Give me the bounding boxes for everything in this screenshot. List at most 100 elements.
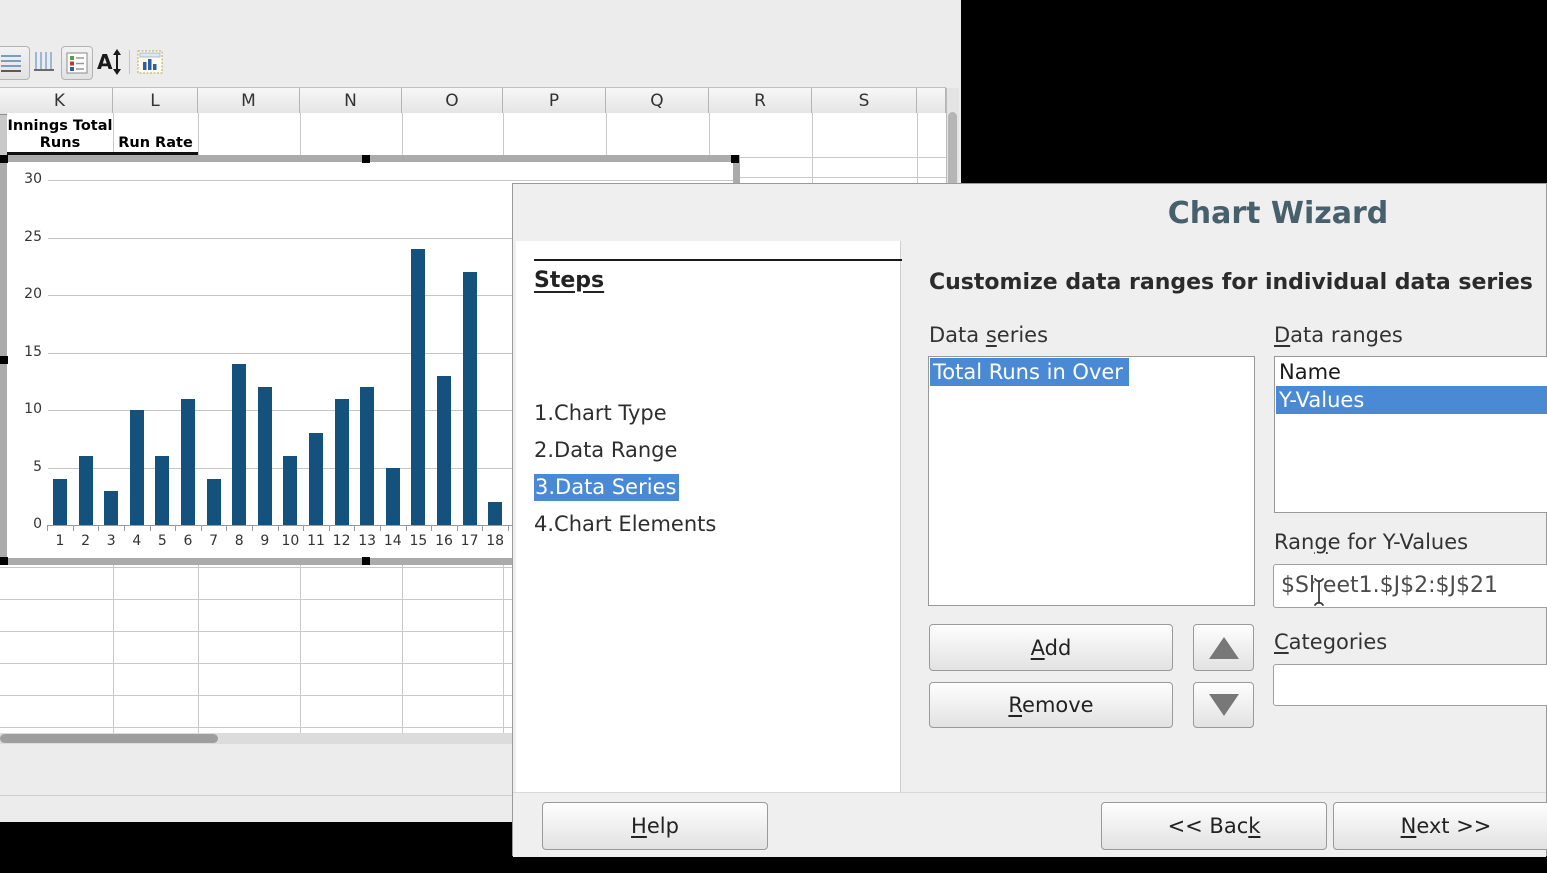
x-axis-category-label: 4 bbox=[124, 533, 150, 549]
x-axis-tick bbox=[431, 525, 432, 531]
categories-label: Categories bbox=[1274, 630, 1387, 654]
scale-text-icon[interactable]: A bbox=[95, 46, 125, 78]
step-item-label: 4.Chart Elements bbox=[534, 512, 716, 536]
arrow-down-icon bbox=[1209, 694, 1239, 716]
column-header[interactable]: P bbox=[503, 88, 606, 114]
y-axis-tick-label: 5 bbox=[8, 459, 42, 475]
step-item-label: 1.Chart Type bbox=[534, 401, 667, 425]
bar bbox=[53, 479, 67, 525]
step-item-4[interactable]: 4.Chart Elements bbox=[534, 512, 716, 538]
gridline bbox=[0, 567, 512, 568]
data-range-item[interactable]: Name bbox=[1276, 358, 1347, 386]
y-axis-tick-label: 15 bbox=[8, 344, 42, 360]
bar bbox=[258, 387, 272, 525]
label-text: e for Y-Values bbox=[1328, 530, 1468, 554]
column-header[interactable]: S bbox=[812, 88, 917, 114]
x-axis-category-label: 12 bbox=[329, 533, 355, 549]
x-axis-category-label: 15 bbox=[405, 533, 431, 549]
selection-handle[interactable] bbox=[0, 155, 8, 163]
bar bbox=[130, 410, 144, 525]
column-header[interactable]: N bbox=[300, 88, 402, 114]
add-button[interactable]: Add bbox=[929, 624, 1173, 671]
x-axis-tick bbox=[406, 525, 407, 531]
steps-rule bbox=[534, 259, 902, 261]
next-button[interactable]: Next >> bbox=[1333, 802, 1547, 850]
x-axis-tick bbox=[457, 525, 458, 531]
column-header[interactable]: M bbox=[198, 88, 300, 114]
column-header-band: KLMNOPQRS bbox=[0, 87, 946, 115]
cell-L1: Run Rate bbox=[113, 135, 198, 152]
move-up-button[interactable] bbox=[1193, 624, 1254, 671]
selection-handle[interactable] bbox=[362, 155, 370, 163]
gridline bbox=[198, 565, 199, 733]
selection-handle[interactable] bbox=[0, 356, 8, 364]
gridline bbox=[0, 599, 512, 600]
data-table-icon[interactable] bbox=[135, 46, 165, 78]
scale-text-glyph: A bbox=[96, 49, 124, 75]
range-for-y-values-label: Range for Y-Values bbox=[1274, 530, 1468, 554]
data-range-item[interactable]: Y-Values bbox=[1276, 386, 1547, 414]
column-header[interactable]: R bbox=[709, 88, 812, 114]
x-axis-category-label: 11 bbox=[303, 533, 329, 549]
y-gridline bbox=[48, 180, 733, 181]
button-text: dd bbox=[1045, 636, 1072, 660]
y-axis-tick-label: 20 bbox=[8, 286, 42, 302]
x-axis-tick bbox=[329, 525, 330, 531]
legend-glyph bbox=[66, 52, 88, 74]
x-axis-category-label: 17 bbox=[457, 533, 483, 549]
vertical-scrollbar-thumb[interactable] bbox=[948, 112, 957, 183]
step-item-1[interactable]: 1.Chart Type bbox=[534, 401, 667, 427]
x-axis-tick bbox=[150, 525, 151, 531]
column-header[interactable]: O bbox=[402, 88, 503, 114]
selection-handle[interactable] bbox=[731, 155, 739, 163]
bar bbox=[155, 456, 169, 525]
label-text: Ran bbox=[1274, 530, 1314, 554]
x-axis-tick bbox=[226, 525, 227, 531]
axes-glyph bbox=[32, 50, 56, 74]
bar bbox=[463, 272, 477, 525]
text-cursor-icon bbox=[1311, 575, 1327, 609]
dialog-footer: Help << Back Next >> bbox=[513, 792, 1546, 857]
data-ranges-listbox[interactable]: NameY-Values bbox=[1274, 356, 1547, 513]
step-item-3[interactable]: 3.Data Series bbox=[534, 475, 679, 501]
help-button[interactable]: Help bbox=[542, 802, 768, 850]
horizontal-scrollbar-thumb[interactable] bbox=[0, 734, 218, 743]
dialog-title: Chart Wizard bbox=[1113, 196, 1443, 231]
gridline bbox=[0, 663, 512, 664]
horizontal-grids-icon[interactable] bbox=[0, 46, 30, 80]
column-header[interactable]: L bbox=[113, 88, 198, 114]
step-item-2[interactable]: 2.Data Range bbox=[534, 438, 677, 464]
column-header[interactable] bbox=[917, 88, 946, 114]
bar bbox=[335, 399, 349, 526]
data-series-listbox[interactable]: Total Runs in Over bbox=[928, 356, 1255, 606]
remove-button[interactable]: Remove bbox=[929, 682, 1173, 728]
x-axis-category-label: 5 bbox=[149, 533, 175, 549]
selection-border-top[interactable] bbox=[0, 155, 740, 162]
x-axis-category-label: 13 bbox=[354, 533, 380, 549]
chart-wizard-dialog: Chart Wizard Steps 1.Chart Type2.Data Ra… bbox=[512, 183, 1547, 856]
horizontal-scrollbar[interactable] bbox=[0, 733, 512, 744]
step-item-label: 3.Data Series bbox=[534, 474, 679, 501]
vertical-scrollbar[interactable] bbox=[946, 88, 959, 183]
move-down-button[interactable] bbox=[1193, 682, 1254, 728]
selection-handle[interactable] bbox=[362, 557, 370, 565]
gridline bbox=[0, 695, 512, 696]
steps-panel: Steps 1.Chart Type2.Data Range3.Data Ser… bbox=[516, 241, 901, 792]
x-axis-category-label: 3 bbox=[98, 533, 124, 549]
categories-input[interactable] bbox=[1273, 664, 1547, 706]
label-mnemonic: s bbox=[986, 323, 997, 347]
gridline bbox=[0, 727, 512, 728]
gridline bbox=[733, 157, 946, 158]
data-series-item[interactable]: Total Runs in Over bbox=[930, 358, 1129, 386]
data-ranges-label: Data ranges bbox=[1274, 323, 1403, 347]
back-button[interactable]: << Back bbox=[1101, 802, 1327, 850]
button-text: ext >> bbox=[1416, 814, 1491, 838]
column-header[interactable]: Q bbox=[606, 88, 709, 114]
axes-icon[interactable] bbox=[30, 46, 58, 78]
bar bbox=[411, 249, 425, 525]
column-header[interactable]: K bbox=[7, 88, 113, 114]
selection-handle[interactable] bbox=[0, 557, 8, 565]
gridline bbox=[0, 631, 512, 632]
toolbar-separator bbox=[129, 50, 130, 74]
legend-icon[interactable] bbox=[61, 46, 93, 80]
